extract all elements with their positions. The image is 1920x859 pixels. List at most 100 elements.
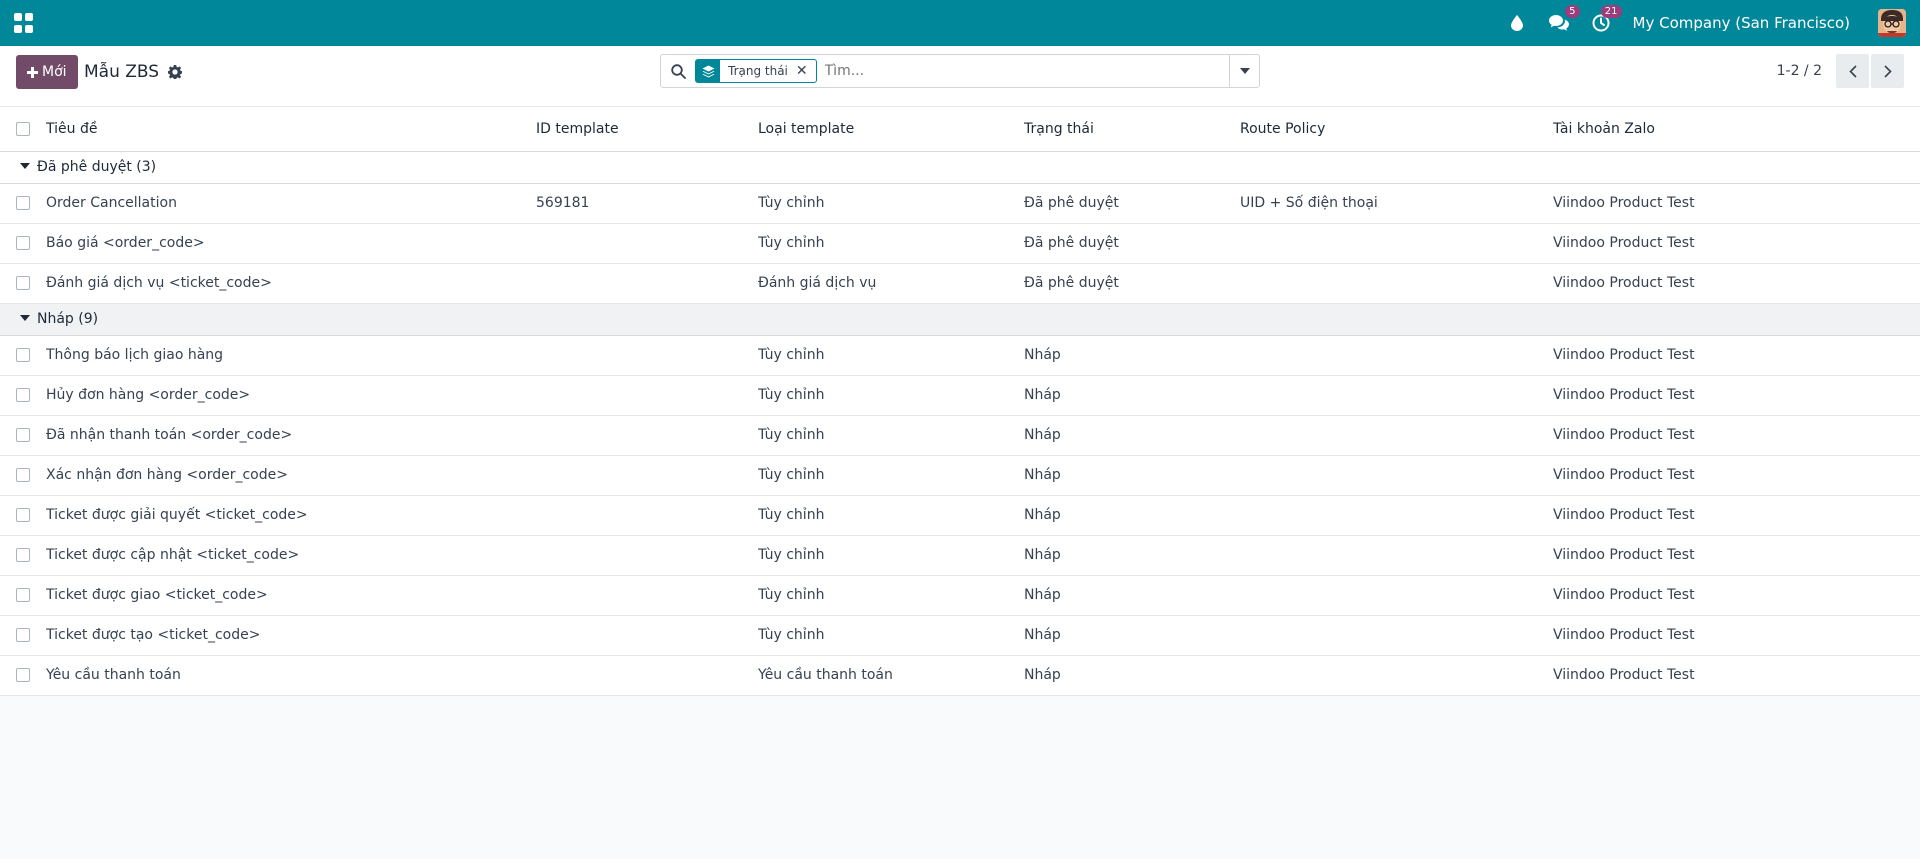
cell-template-type: Tùy chỉnh — [758, 195, 825, 211]
cell-template-id — [536, 263, 758, 303]
pager-previous-button[interactable] — [1836, 54, 1869, 88]
cell-template-id — [536, 495, 758, 535]
company-switcher[interactable]: My Company (San Francisco) — [1633, 14, 1850, 32]
cell-template-type: Tùy chỉnh — [758, 587, 825, 603]
cell-zalo-account: Viindoo Product Test — [1553, 195, 1695, 211]
gear-icon[interactable] — [168, 65, 183, 79]
row-checkbox[interactable] — [16, 628, 30, 642]
cell-title: Yêu cầu thanh toán — [46, 667, 181, 683]
cell-template-type: Tùy chỉnh — [758, 235, 825, 251]
list-view: Tiêu đề ID template Loại template Trạng … — [0, 107, 1920, 696]
group-header[interactable]: Nháp (9) — [0, 303, 1920, 335]
pager-value[interactable]: 1-2 / 2 — [1777, 63, 1822, 79]
group-label: Nháp (9) — [37, 311, 99, 327]
search-icon[interactable] — [661, 63, 695, 79]
search-input[interactable] — [816, 63, 1229, 79]
apps-grid-icon[interactable] — [14, 13, 34, 33]
cell-template-type: Tùy chỉnh — [758, 467, 825, 483]
table-row[interactable]: Đã nhận thanh toán <order_code> Tùy chỉnh… — [0, 415, 1920, 455]
new-button-label: Mới — [42, 64, 67, 80]
row-select-cell — [0, 263, 46, 303]
select-all-checkbox[interactable] — [16, 121, 30, 136]
row-checkbox[interactable] — [16, 428, 30, 442]
table-row[interactable]: Xác nhận đơn hàng <order_code> Tùy chỉnh N… — [0, 455, 1920, 495]
cell-zalo-account: Viindoo Product Test — [1553, 275, 1695, 291]
column-header-route-policy[interactable]: Route Policy — [1240, 107, 1553, 151]
cell-title: Đã nhận thanh toán <order_code> — [46, 427, 293, 443]
cell-route-policy — [1240, 223, 1553, 263]
row-select-cell — [0, 223, 46, 263]
group-label: Đã phê duyệt (3) — [37, 159, 157, 175]
cell-zalo-account: Viindoo Product Test — [1553, 347, 1695, 363]
caret-down-icon — [1239, 68, 1250, 74]
cell-status: Nháp — [1024, 387, 1061, 403]
activity-badge: 21 — [1600, 5, 1622, 18]
cell-title: Ticket được cập nhật <ticket_code> — [46, 547, 300, 563]
cell-title: Xác nhận đơn hàng <order_code> — [46, 467, 288, 483]
search-bar: Trạng thái ✕ — [660, 54, 1260, 88]
table-row[interactable]: Ticket được cập nhật <ticket_code> Tùy ch… — [0, 535, 1920, 575]
cell-title: Thông báo lịch giao hàng — [46, 347, 224, 363]
cell-zalo-account: Viindoo Product Test — [1553, 627, 1695, 643]
table-row[interactable]: Hủy đơn hàng <order_code> Tùy chỉnh Nháp Vi… — [0, 375, 1920, 415]
activity-clock-icon[interactable]: 21 — [1591, 5, 1622, 33]
user-avatar[interactable] — [1878, 9, 1906, 37]
table-row[interactable]: Ticket được tạo <ticket_code> Tùy chỉnh Nh… — [0, 615, 1920, 655]
column-header-status[interactable]: Trạng thái — [1024, 107, 1240, 151]
column-header-template-type[interactable]: Loại template — [758, 107, 1024, 151]
cell-zalo-account: Viindoo Product Test — [1553, 467, 1695, 483]
caret-down-icon — [20, 163, 30, 169]
cell-zalo-account: Viindoo Product Test — [1553, 507, 1695, 523]
table-row[interactable]: Order Cancellation 569181 Tùy chỉnh Đã phê … — [0, 183, 1920, 223]
cell-template-type: Tùy chỉnh — [758, 547, 825, 563]
row-checkbox[interactable] — [16, 668, 30, 682]
column-header-zalo-account[interactable]: Tài khoản Zalo — [1553, 107, 1920, 151]
table-row[interactable]: Ticket được giao <ticket_code> Tùy chỉnh N… — [0, 575, 1920, 615]
pager: 1-2 / 2 — [1777, 54, 1904, 88]
plus-icon — [27, 66, 38, 78]
search-options-toggle[interactable] — [1229, 55, 1259, 87]
group-header[interactable]: Đã phê duyệt (3) — [0, 151, 1920, 183]
group-row[interactable]: Nháp (9) — [0, 303, 1920, 335]
column-header-title[interactable]: Tiêu đề — [46, 107, 536, 151]
cell-route-policy — [1240, 375, 1553, 415]
row-checkbox[interactable] — [16, 276, 30, 290]
close-icon[interactable]: ✕ — [796, 63, 816, 79]
row-checkbox[interactable] — [16, 348, 30, 362]
row-select-cell — [0, 335, 46, 375]
table-row[interactable]: Đánh giá dịch vụ <ticket_code> Đánh giá d… — [0, 263, 1920, 303]
table-row[interactable]: Yêu cầu thanh toán Yêu cầu thanh toán Nháp… — [0, 655, 1920, 695]
cell-status: Đã phê duyệt — [1024, 195, 1119, 211]
chat-icon[interactable]: 5 — [1548, 5, 1580, 33]
droplet-icon[interactable] — [1507, 13, 1527, 33]
pager-next-button[interactable] — [1871, 54, 1904, 88]
facet-label: Trạng thái — [728, 64, 788, 78]
cell-status: Nháp — [1024, 467, 1061, 483]
row-checkbox[interactable] — [16, 196, 30, 210]
chevron-right-icon — [1883, 64, 1892, 78]
row-checkbox[interactable] — [16, 236, 30, 250]
breadcrumb-title: Mẫu ZBS — [84, 62, 160, 82]
table-row[interactable]: Thông báo lịch giao hàng Tùy chỉnh Nháp Vii… — [0, 335, 1920, 375]
cell-template-type: Tùy chỉnh — [758, 627, 825, 643]
row-select-cell — [0, 535, 46, 575]
cell-status: Nháp — [1024, 627, 1061, 643]
column-header-template-id[interactable]: ID template — [536, 107, 758, 151]
table-row[interactable]: Ticket được giải quyết <ticket_code> Tùy … — [0, 495, 1920, 535]
row-checkbox[interactable] — [16, 468, 30, 482]
cell-template-id — [536, 375, 758, 415]
table-row[interactable]: Báo giá <order_code> Tùy chỉnh Đã phê duyệ… — [0, 223, 1920, 263]
search-facet[interactable]: Trạng thái ✕ — [695, 59, 817, 83]
cell-template-id — [536, 655, 758, 695]
new-button[interactable]: Mới — [16, 55, 78, 89]
row-checkbox[interactable] — [16, 388, 30, 402]
row-checkbox[interactable] — [16, 548, 30, 562]
row-select-cell — [0, 615, 46, 655]
row-checkbox[interactable] — [16, 508, 30, 522]
cell-zalo-account: Viindoo Product Test — [1553, 587, 1695, 603]
cell-template-type: Tùy chỉnh — [758, 507, 825, 523]
row-checkbox[interactable] — [16, 588, 30, 602]
cell-zalo-account: Viindoo Product Test — [1553, 547, 1695, 563]
top-navbar: 5 21 My Company (San Francisco) — [0, 0, 1920, 46]
group-row[interactable]: Đã phê duyệt (3) — [0, 151, 1920, 183]
